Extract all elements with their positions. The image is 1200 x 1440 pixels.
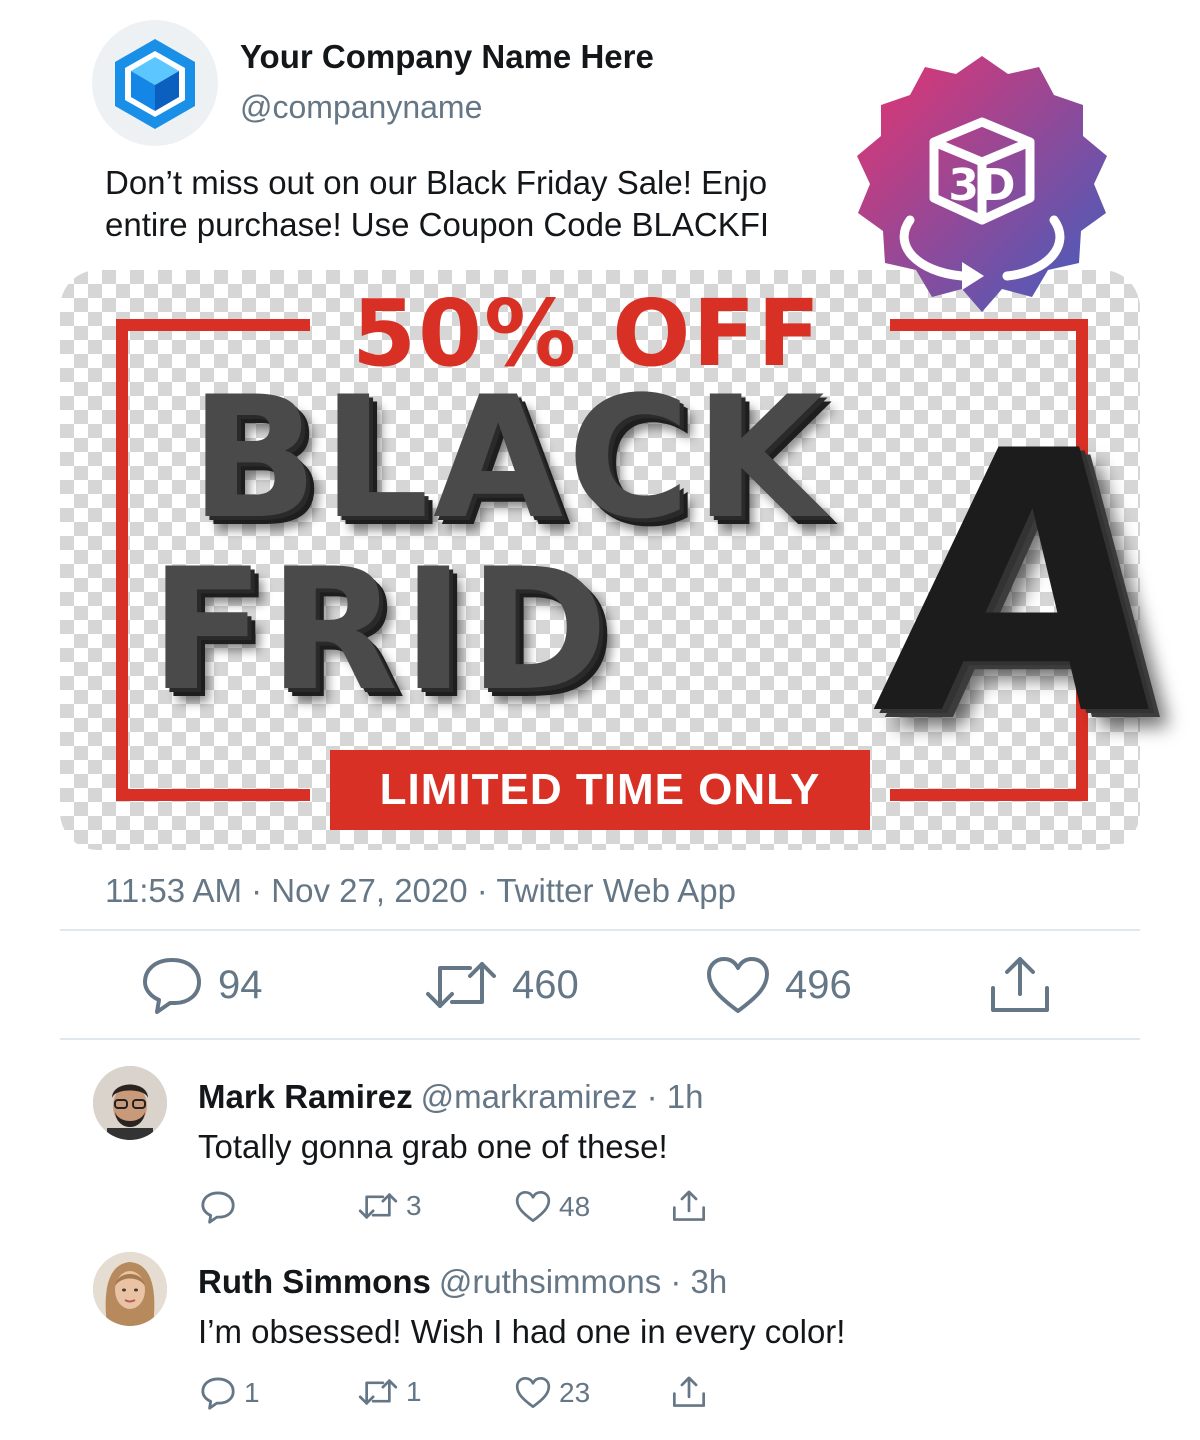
tweet-text: Don’t miss out on our Black Friday Sale!… (105, 162, 865, 246)
reply-share-button[interactable] (670, 1374, 716, 1410)
comment-icon (201, 1191, 235, 1224)
reply-button[interactable]: 94 (140, 955, 263, 1015)
divider (60, 1038, 1140, 1040)
heart-icon (515, 1376, 551, 1409)
reply-reply-count: 1 (244, 1377, 260, 1408)
promo-black-text: BLACK (190, 360, 829, 556)
reply-retweet-count: 1 (406, 1376, 422, 1407)
tweet-timestamp[interactable]: 11:53 AM · Nov 27, 2020 · Twitter Web Ap… (105, 872, 736, 910)
comment-icon (201, 1377, 235, 1410)
cube-logo-icon (115, 39, 195, 129)
reply-text: I’m obsessed! Wish I had one in every co… (198, 1313, 846, 1350)
reply-author-name[interactable]: Ruth Simmons (198, 1263, 431, 1300)
reply-like-button[interactable]: 48 (515, 1190, 590, 1223)
3d-badge-text: 3D (948, 160, 1015, 211)
reply-author-name[interactable]: Mark Ramirez (198, 1078, 413, 1115)
retweet-icon (358, 1193, 398, 1219)
reply-author[interactable]: Mark Ramirez @markramirez · 1h (198, 1078, 703, 1116)
reply-reply-button[interactable] (200, 1190, 244, 1224)
retweet-button[interactable]: 460 (424, 955, 579, 1015)
retweet-icon (426, 962, 496, 1008)
reply-share-button[interactable] (670, 1188, 716, 1224)
reply-like-count: 23 (559, 1376, 591, 1408)
avatar[interactable] (93, 1066, 167, 1140)
comment-icon (143, 958, 201, 1014)
share-icon (672, 1376, 706, 1407)
account-handle[interactable]: @companyname (240, 89, 482, 126)
tweet-text-line-2: entire purchase! Use Coupon Code BLACKFI (105, 206, 770, 243)
like-count: 496 (785, 962, 852, 1007)
reply-author[interactable]: Ruth Simmons @ruthsimmons · 3h (198, 1263, 727, 1301)
retweet-icon (358, 1379, 398, 1405)
like-button[interactable]: 496 (705, 955, 852, 1015)
promo-banner: LIMITED TIME ONLY (330, 750, 870, 830)
reply-reply-button[interactable]: 1 (200, 1376, 260, 1410)
reply-author-handle[interactable]: @ruthsimmons · 3h (439, 1263, 727, 1300)
company-avatar[interactable] (92, 20, 218, 146)
user-avatar-icon (93, 1066, 167, 1140)
user-avatar-icon (93, 1252, 167, 1326)
promo-3d-letter: A (863, 375, 1186, 794)
heart-icon (515, 1190, 551, 1223)
retweet-count: 460 (512, 962, 579, 1007)
reply-count: 94 (218, 962, 263, 1007)
account-name[interactable]: Your Company Name Here (240, 38, 654, 76)
reply-author-handle[interactable]: @markramirez · 1h (421, 1078, 704, 1115)
share-button[interactable] (985, 955, 1069, 1015)
3d-badge-icon[interactable]: 3D (832, 50, 1132, 350)
reply-retweet-button[interactable]: 1 (358, 1376, 422, 1408)
share-icon (991, 957, 1049, 1012)
share-icon (672, 1190, 706, 1221)
reply-retweet-count: 3 (406, 1190, 422, 1221)
reply-retweet-button[interactable]: 3 (358, 1190, 422, 1222)
reply-like-count: 48 (559, 1190, 591, 1222)
promo-friday-text: FRID (150, 532, 613, 728)
heart-icon (707, 957, 769, 1013)
avatar[interactable] (93, 1252, 167, 1326)
reply-like-button[interactable]: 23 (515, 1376, 590, 1409)
divider (60, 929, 1140, 931)
reply-text: Totally gonna grab one of these! (198, 1128, 668, 1165)
tweet-text-line-1: Don’t miss out on our Black Friday Sale!… (105, 164, 768, 201)
